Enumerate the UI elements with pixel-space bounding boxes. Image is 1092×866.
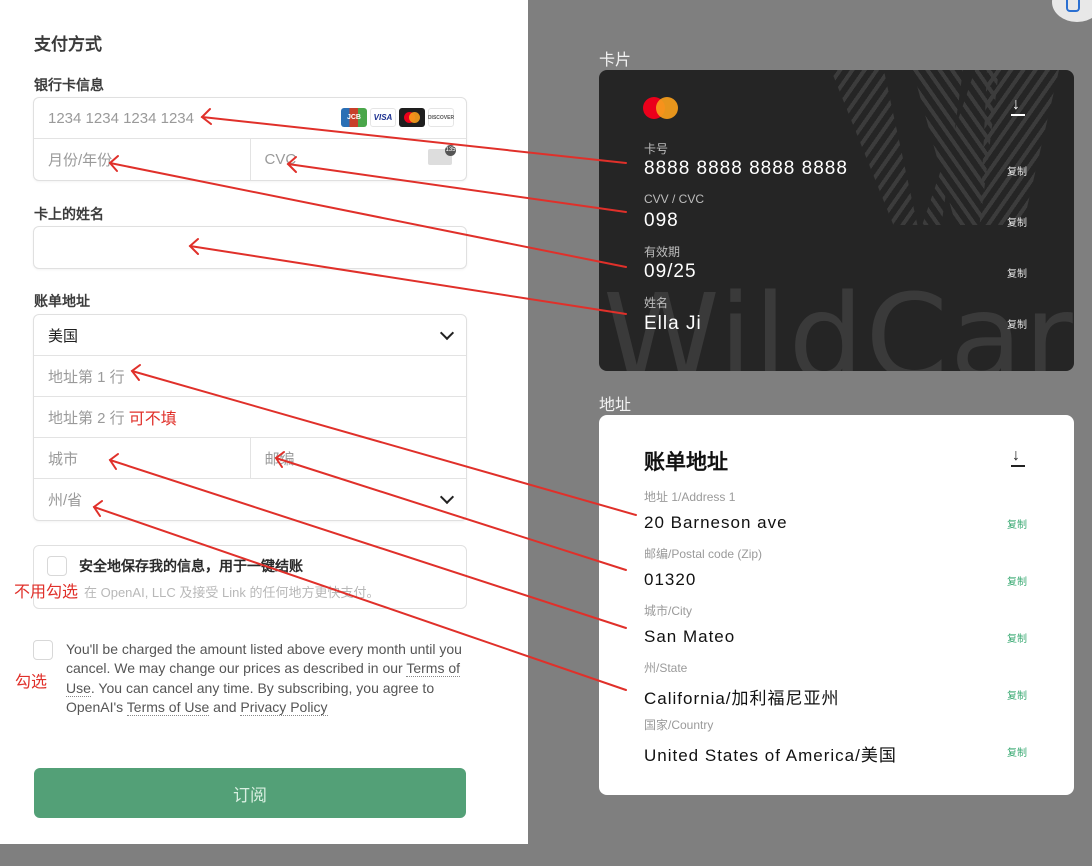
- state-select[interactable]: 州/省: [34, 479, 466, 520]
- discover-icon: DISCOVER: [428, 108, 454, 127]
- mastercard-icon: [399, 108, 425, 127]
- zip-label: 邮编/Postal code (Zip): [644, 547, 763, 561]
- address1-value: 20 Barneson ave: [644, 513, 788, 532]
- cvc-card-icon: 135: [428, 145, 456, 165]
- terms-part: and: [209, 698, 241, 715]
- zip-placeholder: 邮编: [264, 450, 295, 468]
- payment-method-title: 支付方式: [34, 35, 102, 54]
- privacy-policy-link[interactable]: Privacy Policy: [240, 698, 328, 716]
- save-info-checkbox[interactable]: [47, 556, 67, 576]
- download-icon[interactable]: [1010, 448, 1026, 469]
- card-number-value: 8888 8888 8888 8888: [644, 158, 848, 179]
- no-check-annotation: 不用勾选: [14, 584, 79, 601]
- download-icon[interactable]: [1010, 97, 1026, 118]
- card-info-label: 银行卡信息: [34, 77, 104, 93]
- save-info-subtitle: 在 OpenAI, LLC 及接受 Link 的任何地方更快支付。: [84, 585, 380, 600]
- copy-city-button[interactable]: 复制: [1007, 630, 1027, 645]
- card-brand-icons: JCB VISA DISCOVER: [341, 108, 454, 127]
- card-number-label: 卡号: [644, 142, 669, 156]
- expiry-placeholder: 月份/年份: [48, 152, 113, 169]
- expiry-label: 有效期: [644, 245, 681, 259]
- name-value: Ella Ji: [644, 313, 702, 334]
- city-placeholder: 城市: [48, 450, 79, 468]
- copy-card-number-button[interactable]: 复制: [1007, 163, 1027, 178]
- city-value: San Mateo: [644, 627, 736, 646]
- mastercard-logo-icon: [643, 97, 679, 119]
- copy-country-button[interactable]: 复制: [1007, 744, 1027, 759]
- city-input[interactable]: 城市: [34, 438, 250, 478]
- cvc-badge: 135: [445, 145, 456, 156]
- state-label: 州/State: [644, 661, 688, 675]
- address-line2-input[interactable]: 地址第 2 行可不填: [34, 397, 466, 437]
- country-label: 国家/Country: [644, 718, 714, 732]
- terms-part: You'll be charged the amount listed abov…: [66, 641, 462, 677]
- cvv-value: 098: [644, 210, 679, 231]
- zip-value: 01320: [644, 570, 697, 589]
- address-line1-input[interactable]: 地址第 1 行: [34, 356, 466, 396]
- address-line1-placeholder: 地址第 1 行: [48, 368, 125, 386]
- city-label: 城市/City: [644, 604, 693, 618]
- copy-state-button[interactable]: 复制: [1007, 687, 1027, 702]
- card-section-label: 卡片: [599, 52, 632, 69]
- expiry-value: 09/25: [644, 261, 697, 282]
- billing-address-label: 账单地址: [34, 293, 90, 309]
- terms-of-use-link-2[interactable]: Terms of Use: [126, 698, 210, 716]
- address-section-label: 地址: [599, 397, 632, 414]
- cvc-input[interactable]: CVC 135: [249, 139, 467, 180]
- cvv-label: CVV / CVC: [644, 192, 705, 206]
- billing-address-title: 账单地址: [644, 451, 728, 474]
- jcb-icon: JCB: [341, 108, 367, 127]
- virtual-card: WildCard 卡号 8888 8888 8888 8888 复制 CVV /…: [599, 70, 1074, 371]
- country-select[interactable]: 美国: [34, 315, 466, 356]
- zip-input[interactable]: 邮编: [249, 438, 467, 478]
- check-annotation: 勾选: [15, 674, 48, 691]
- copy-address1-button[interactable]: 复制: [1007, 516, 1027, 531]
- country-value: United States of America/美国: [644, 746, 897, 765]
- address1-label: 地址 1/Address 1: [644, 490, 736, 504]
- copy-expiry-button[interactable]: 复制: [1007, 265, 1027, 280]
- scan-icon: [1066, 0, 1080, 12]
- cardholder-name-value: [34, 227, 466, 268]
- cardholder-name-label: 卡上的姓名: [34, 206, 104, 222]
- billing-address-group: 美国 地址第 1 行 地址第 2 行可不填 城市 邮编 州/省: [33, 314, 467, 521]
- payment-form-panel: 支付方式 银行卡信息 1234 1234 1234 1234 JCB VISA …: [0, 0, 528, 844]
- expiry-input[interactable]: 月份/年份: [34, 139, 250, 180]
- card-info-group: 1234 1234 1234 1234 JCB VISA DISCOVER 月份…: [33, 97, 467, 181]
- state-placeholder: 州/省: [48, 492, 83, 509]
- subscribe-button[interactable]: 订阅: [34, 768, 466, 818]
- copy-zip-button[interactable]: 复制: [1007, 573, 1027, 588]
- card-number-placeholder: 1234 1234 1234 1234: [48, 109, 194, 127]
- visa-icon: VISA: [370, 108, 396, 127]
- screenshot-tool-button[interactable]: [1052, 0, 1092, 22]
- terms-checkbox[interactable]: [33, 640, 53, 660]
- name-label: 姓名: [644, 296, 669, 310]
- save-info-title: 安全地保存我的信息，用于一键结账: [79, 558, 303, 574]
- address-line2-placeholder: 地址第 2 行: [48, 409, 125, 427]
- terms-text: You'll be charged the amount listed abov…: [66, 640, 472, 717]
- country-value: 美国: [48, 327, 79, 345]
- copy-cvv-button[interactable]: 复制: [1007, 214, 1027, 229]
- state-value: California/加利福尼亚州: [644, 689, 840, 708]
- copy-name-button[interactable]: 复制: [1007, 316, 1027, 331]
- optional-annotation: 可不填: [128, 411, 177, 428]
- cardholder-name-input[interactable]: [33, 226, 467, 269]
- cvc-placeholder: CVC: [264, 151, 297, 168]
- address-card: 账单地址 地址 1/Address 1 20 Barneson ave 复制 邮…: [599, 415, 1074, 795]
